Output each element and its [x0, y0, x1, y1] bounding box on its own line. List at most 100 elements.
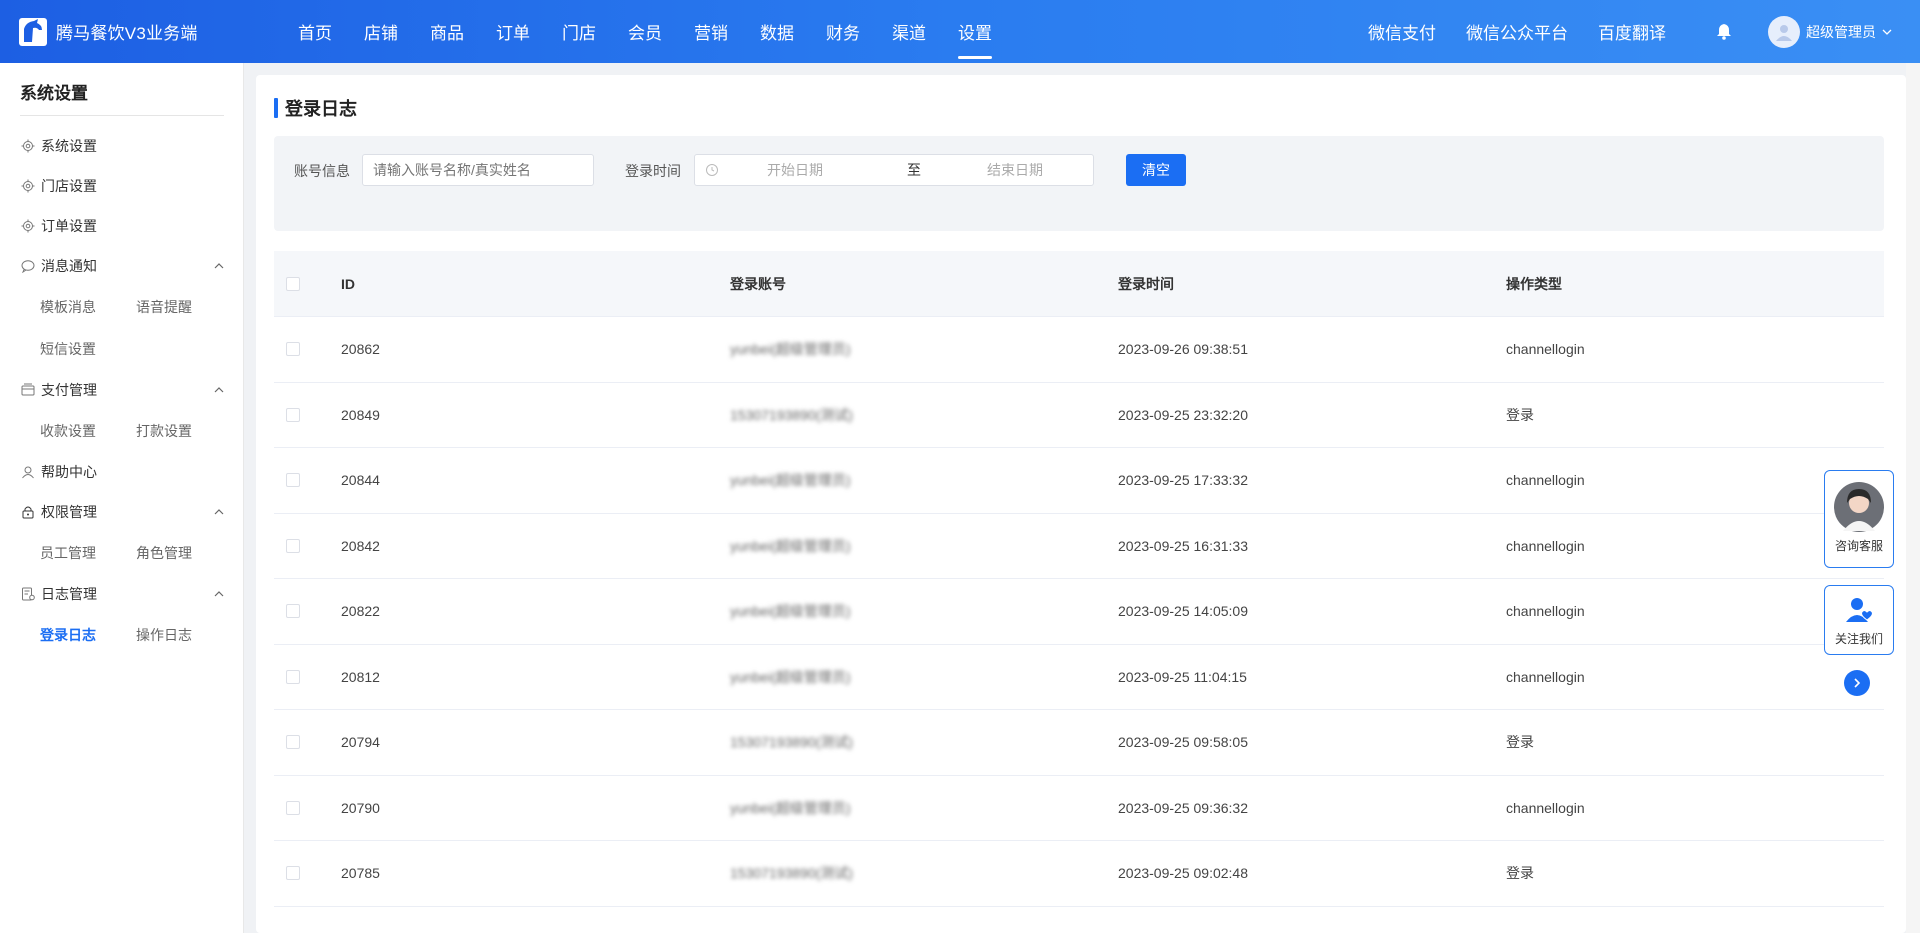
- cell-account: yunbei(超级管理员): [730, 603, 851, 620]
- sidebar-title: 系统设置: [20, 79, 224, 116]
- nav-item-3[interactable]: 订单: [480, 0, 546, 63]
- cell-account: 15307193890(测试): [730, 865, 853, 882]
- submenu-item[interactable]: 角色管理: [136, 532, 232, 574]
- sidebar-item-1[interactable]: 门店设置: [0, 166, 224, 206]
- submenu-item[interactable]: 打款设置: [136, 410, 232, 452]
- chevron-up-icon[interactable]: [214, 589, 224, 599]
- row-checkbox[interactable]: [286, 473, 300, 488]
- date-range-picker[interactable]: 开始日期 至 结束日期: [694, 154, 1094, 186]
- row-checkbox[interactable]: [286, 407, 300, 422]
- submenu-item[interactable]: 登录日志: [40, 614, 136, 656]
- follow-us-widget[interactable]: 关注我们: [1824, 585, 1894, 655]
- row-checkbox[interactable]: [286, 800, 300, 815]
- col-type: 操作类型: [1506, 275, 1562, 292]
- nav-item-6[interactable]: 营销: [678, 0, 744, 63]
- submenu-7: 登录日志 操作日志: [0, 614, 244, 656]
- nav-item-8[interactable]: 财务: [810, 0, 876, 63]
- table-row: 20844 yunbei(超级管理员) 2023-09-25 17:33:32 cha…: [274, 448, 1884, 514]
- user-icon: [21, 465, 35, 479]
- follow-label: 关注我们: [1834, 632, 1883, 646]
- select-all-checkbox[interactable]: [286, 276, 300, 291]
- cell-id: 20822: [341, 603, 380, 620]
- user-name: 超级管理员: [1806, 23, 1876, 40]
- row-checkbox[interactable]: [286, 538, 300, 553]
- nav-item-5[interactable]: 会员: [612, 0, 678, 63]
- cell-account: yunbei(超级管理员): [730, 799, 851, 816]
- nav-item-7[interactable]: 数据: [744, 0, 810, 63]
- app-logo[interactable]: 腾马餐饮V3业务端: [0, 17, 260, 47]
- sidebar-item-0[interactable]: 系统设置: [0, 126, 224, 166]
- clear-button[interactable]: 清空: [1126, 154, 1186, 186]
- table-row: 20849 15307193890(测试) 2023-09-25 23:32:20 登…: [274, 383, 1884, 448]
- gear-icon: [21, 179, 35, 193]
- submenu-3: 模板消息 语音提醒 短信设置: [0, 286, 244, 370]
- nav-item-1[interactable]: 店铺: [348, 0, 414, 63]
- wechat-pay-link[interactable]: 微信支付: [1368, 19, 1436, 44]
- consult-label: 咨询客服: [1834, 539, 1883, 553]
- gear-icon: [21, 219, 35, 233]
- sidebar-item-label: 支付管理: [41, 382, 97, 398]
- app-title: 腾马餐饮V3业务端: [56, 24, 198, 43]
- cell-id: 20842: [341, 537, 380, 554]
- cell-account: yunbei(超级管理员): [730, 668, 851, 685]
- sidebar-item-label: 帮助中心: [41, 464, 97, 480]
- cell-time: 2023-09-25 17:33:32: [1118, 472, 1248, 489]
- submenu-item[interactable]: 收款设置: [40, 410, 136, 452]
- submenu-item[interactable]: 员工管理: [40, 532, 136, 574]
- row-checkbox[interactable]: [286, 866, 300, 881]
- nav-item-10[interactable]: 设置: [942, 0, 1008, 63]
- cell-time: 2023-09-25 09:58:05: [1118, 734, 1248, 751]
- nav-item-9[interactable]: 渠道: [876, 0, 942, 63]
- bell-icon[interactable]: [1714, 22, 1734, 42]
- cell-time: 2023-09-25 09:02:48: [1118, 865, 1248, 882]
- wechat-mp-link[interactable]: 微信公众平台: [1466, 19, 1568, 44]
- cell-time: 2023-09-25 16:31:33: [1118, 537, 1248, 554]
- cell-id: 20790: [341, 799, 380, 816]
- chevron-up-icon[interactable]: [214, 385, 224, 395]
- submenu-item[interactable]: 模板消息: [40, 286, 136, 328]
- submenu-item[interactable]: 短信设置: [40, 328, 136, 370]
- account-search-input[interactable]: [362, 154, 594, 186]
- sidebar-item-4[interactable]: 支付管理: [0, 370, 224, 410]
- chevron-up-icon[interactable]: [214, 507, 224, 517]
- consult-service-widget[interactable]: 咨询客服: [1824, 470, 1894, 568]
- sidebar-item-6[interactable]: 权限管理: [0, 492, 224, 532]
- sidebar-item-5[interactable]: 帮助中心: [0, 452, 224, 492]
- sidebar-item-2[interactable]: 订单设置: [0, 206, 224, 246]
- chevron-up-icon[interactable]: [214, 261, 224, 271]
- main-content: 登录日志 账号信息 登录时间 开始日期 至 结束日期 清空 ID 登录账号 登录…: [256, 75, 1906, 933]
- sidebar-item-label: 订单设置: [41, 218, 97, 234]
- nav-item-2[interactable]: 商品: [414, 0, 480, 63]
- page-scrollbar[interactable]: [1906, 63, 1920, 933]
- row-checkbox[interactable]: [286, 604, 300, 619]
- chevron-right-icon[interactable]: [1844, 670, 1870, 696]
- sidebar-item-3[interactable]: 消息通知: [0, 246, 224, 286]
- follow-user-icon: [1846, 598, 1873, 622]
- submenu-item[interactable]: 语音提醒: [136, 286, 232, 328]
- submenu-item[interactable]: 操作日志: [136, 614, 232, 656]
- table-row: 20812 yunbei(超级管理员) 2023-09-25 11:04:15 cha…: [274, 645, 1884, 710]
- cell-id: 20844: [341, 472, 380, 489]
- cell-time: 2023-09-25 14:05:09: [1118, 603, 1248, 620]
- row-checkbox[interactable]: [286, 342, 300, 357]
- horse-logo-icon: [18, 17, 48, 47]
- end-date-input[interactable]: 结束日期: [987, 160, 1043, 180]
- page-title: 登录日志: [274, 97, 357, 119]
- row-checkbox[interactable]: [286, 669, 300, 684]
- sidebar-item-7[interactable]: 日志管理: [0, 574, 224, 614]
- user-menu[interactable]: 超级管理员: [1768, 15, 1892, 48]
- sidebar-item-label: 日志管理: [41, 586, 97, 602]
- col-account: 登录账号: [730, 275, 786, 292]
- wallet-icon: [21, 383, 35, 397]
- main-nav: 首页 店铺 商品 订单 门店 会员 营销 数据 财务 渠道 设置: [282, 0, 1008, 63]
- baidu-translate-link[interactable]: 百度翻译: [1598, 19, 1666, 44]
- table-row: 20794 15307193890(测试) 2023-09-25 09:58:05 登…: [274, 710, 1884, 776]
- nav-item-0[interactable]: 首页: [282, 0, 348, 63]
- table-row: 20785 15307193890(测试) 2023-09-25 09:02:48 登…: [274, 841, 1884, 907]
- start-date-input[interactable]: 开始日期: [767, 160, 907, 180]
- cell-type: channellogin: [1506, 537, 1585, 554]
- lock-icon: [21, 505, 35, 519]
- col-time: 登录时间: [1118, 275, 1174, 292]
- nav-item-4[interactable]: 门店: [546, 0, 612, 63]
- row-checkbox[interactable]: [286, 735, 300, 750]
